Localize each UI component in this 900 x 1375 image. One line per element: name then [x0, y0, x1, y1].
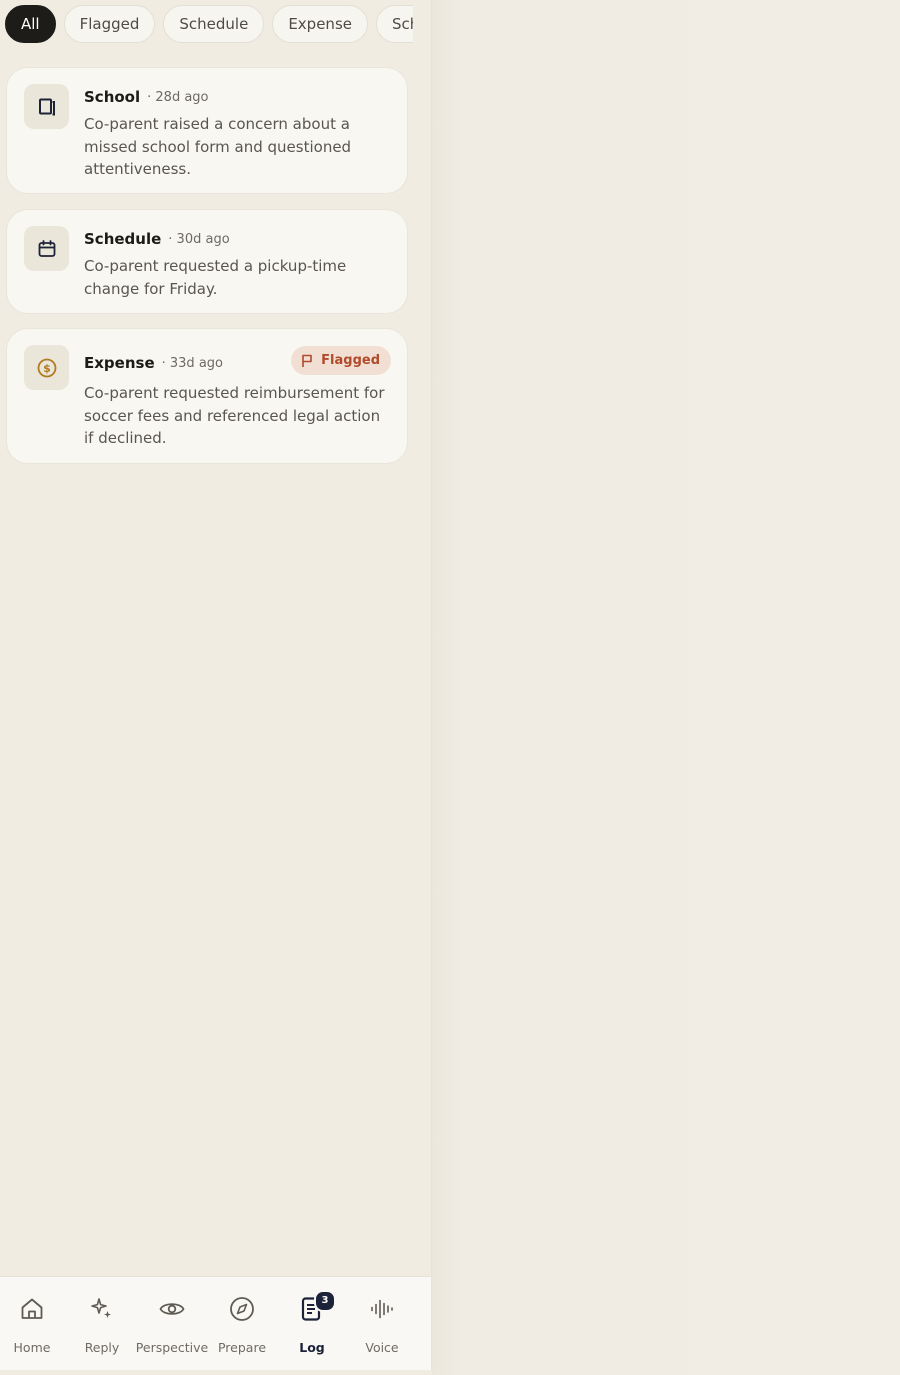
book-icon	[24, 84, 69, 129]
log-entry-expense[interactable]: $ Flagged Expense · 33d ago Co-parent re…	[6, 328, 408, 464]
nav-label: Prepare	[217, 1340, 267, 1355]
nav-item-perspective[interactable]: Perspective	[135, 1277, 209, 1370]
nav-item-home[interactable]: Home	[0, 1277, 67, 1370]
entry-summary: Co-parent requested reimbursement for so…	[84, 384, 385, 447]
nav-label: Home	[13, 1340, 51, 1355]
entry-age: · 30d ago	[168, 231, 230, 247]
document-icon: 3	[298, 1290, 336, 1323]
log-entry-school[interactable]: School · 28d ago Co-parent raised a conc…	[6, 67, 408, 194]
log-screen: AllFlaggedScheduleExpenseSch School · 28…	[0, 0, 432, 1370]
entry-summary: Co-parent requested a pickup-time change…	[84, 257, 347, 298]
entry-summary: Co-parent raised a concern about a misse…	[84, 115, 352, 178]
nav-label: Perspective	[135, 1340, 209, 1355]
entry-category: School	[84, 88, 141, 106]
nav-label: Voice	[365, 1340, 399, 1355]
dollar-coin-icon: $	[24, 345, 69, 390]
nav-label: Reply	[84, 1340, 120, 1355]
filter-chip-row[interactable]: AllFlaggedScheduleExpenseSch	[5, 5, 413, 45]
background-panel	[432, 0, 900, 1375]
filter-chip-flagged[interactable]: Flagged	[63, 5, 156, 43]
filter-chip-school[interactable]: Sch	[375, 5, 413, 43]
nav-label: Log	[299, 1340, 325, 1355]
bottom-nav: Home Reply Perspective Prepare 3 Log Voi…	[0, 1276, 431, 1370]
entry-age: · 33d ago	[161, 355, 223, 371]
filter-chip-all[interactable]: All	[5, 5, 56, 43]
waveform-icon	[368, 1295, 396, 1323]
entry-category: Schedule	[84, 230, 162, 248]
filter-chip-schedule[interactable]: Schedule	[163, 5, 265, 43]
entry-category: Expense	[84, 354, 155, 372]
entry-age: · 28d ago	[147, 89, 209, 105]
filter-chip-expense[interactable]: Expense	[272, 5, 368, 43]
nav-item-prepare[interactable]: Prepare	[207, 1277, 277, 1370]
eye-icon	[158, 1295, 186, 1323]
nav-item-voice[interactable]: Voice	[347, 1277, 417, 1370]
notification-badge: 3	[314, 1290, 336, 1312]
sparkle-icon	[88, 1295, 116, 1323]
nav-item-log[interactable]: 3 Log	[277, 1277, 347, 1370]
nav-item-reply[interactable]: Reply	[67, 1277, 137, 1370]
home-icon	[18, 1295, 46, 1323]
svg-text:$: $	[43, 362, 51, 375]
calendar-icon	[24, 226, 69, 271]
compass-icon	[228, 1295, 256, 1323]
log-entry-schedule[interactable]: Schedule · 30d ago Co-parent requested a…	[6, 209, 408, 314]
